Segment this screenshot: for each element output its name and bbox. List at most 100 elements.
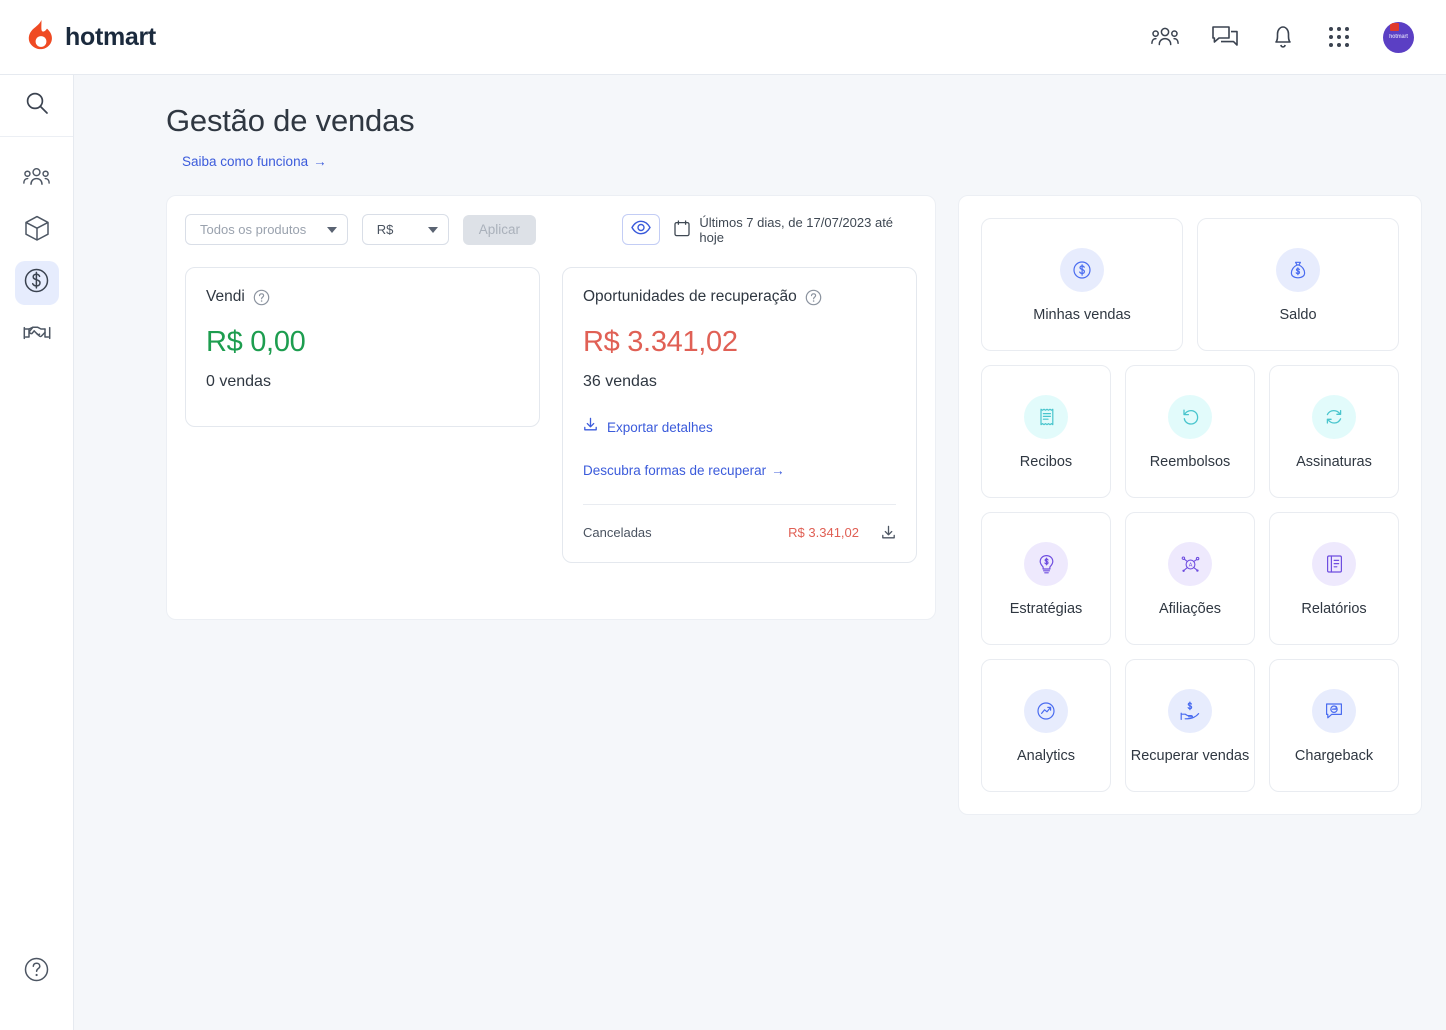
chevron-down-icon xyxy=(427,226,438,233)
recovery-metric-card: Oportunidades de recuperação R$ 3.341,02… xyxy=(562,267,917,563)
svg-text:A: A xyxy=(1188,562,1192,568)
sold-sales-count: 0 vendas xyxy=(206,373,271,390)
tile-label: Saldo xyxy=(1279,307,1317,324)
export-details-action[interactable]: Exportar detalhes xyxy=(583,417,896,437)
view-and-date: Últimos 7 dias, de 17/07/2023 até hoje xyxy=(622,214,917,245)
sold-value: R$ 0,00 xyxy=(206,326,306,358)
cancelled-label: Canceladas xyxy=(583,525,652,540)
sidebar-search-button[interactable] xyxy=(0,75,73,137)
tile-label: Reembolsos xyxy=(1149,454,1231,471)
export-details-label: Exportar detalhes xyxy=(607,419,713,435)
sold-metric-card: Vendi R$ 0,00 0 vendas xyxy=(185,267,540,427)
hand-money-icon xyxy=(1168,689,1212,734)
discover-recovery-link[interactable]: Descubra formas de recuperar → xyxy=(583,463,785,478)
calendar-icon xyxy=(674,219,691,240)
metric-cards: Vendi R$ 0,00 0 vendas Oportunidades de … xyxy=(185,267,917,563)
eye-icon xyxy=(631,220,651,240)
app-root: hotmart hotmart Gestão de vendas Saiba c… xyxy=(0,0,1446,1030)
avatar[interactable]: hotmart xyxy=(1383,21,1414,53)
affiliate-network-icon: A xyxy=(1168,542,1212,587)
how-it-works-link[interactable]: Saiba como funciona → xyxy=(182,154,327,169)
cancelled-value: R$ 3.341,02 xyxy=(788,525,859,540)
sold-card-header: Vendi xyxy=(206,288,519,306)
shortcuts-top-row: Minhas vendas Saldo xyxy=(981,218,1399,351)
avatar-badge xyxy=(1390,22,1399,31)
sidebar-help-button[interactable] xyxy=(0,956,73,988)
how-it-works-label: Saiba como funciona xyxy=(182,154,309,169)
tile-minhas-vendas[interactable]: Minhas vendas xyxy=(981,218,1183,351)
chevron-down-icon xyxy=(326,226,337,233)
tile-estrategias[interactable]: Estratégias xyxy=(981,512,1111,645)
recovery-card-header: Oportunidades de recuperação xyxy=(583,288,896,306)
tile-assinaturas[interactable]: Assinaturas xyxy=(1269,365,1399,498)
breadcrumb: Saiba como funciona → xyxy=(182,153,1422,171)
bell-icon[interactable] xyxy=(1271,24,1295,50)
tile-label: Minhas vendas xyxy=(1033,307,1131,324)
tile-reembolsos[interactable]: Reembolsos xyxy=(1125,365,1255,498)
tile-chargeback[interactable]: Chargeback xyxy=(1269,659,1399,792)
apply-button[interactable]: Aplicar xyxy=(462,214,536,245)
tile-relatorios[interactable]: Relatórios xyxy=(1269,512,1399,645)
tile-label: Recibos xyxy=(1019,454,1073,471)
chargeback-chat-icon xyxy=(1312,689,1356,734)
toggle-values-visibility-button[interactable] xyxy=(622,214,661,245)
card-divider xyxy=(583,504,896,505)
dollar-circle-icon xyxy=(1060,248,1104,293)
tile-label: Afiliações xyxy=(1158,601,1222,618)
download-icon xyxy=(583,417,598,437)
community-icon[interactable] xyxy=(1151,26,1179,48)
tile-label: Estratégias xyxy=(1009,601,1083,618)
tile-label: Recuperar vendas xyxy=(1130,748,1250,765)
tile-analytics[interactable]: Analytics xyxy=(981,659,1111,792)
currency-select-value: R$ xyxy=(376,222,394,237)
product-select[interactable]: Todos os produtos xyxy=(185,214,348,245)
arrow-right-icon: → xyxy=(313,154,327,169)
currency-select[interactable]: R$ xyxy=(361,214,449,245)
sold-card-title: Vendi xyxy=(206,288,245,305)
book-report-icon xyxy=(1312,542,1356,587)
sidebar-item-sales[interactable] xyxy=(14,261,59,305)
arrow-right-icon: → xyxy=(771,463,785,478)
top-bar-icons: hotmart xyxy=(1151,21,1424,53)
flame-icon xyxy=(26,19,56,56)
sales-overview-panel: Todos os produtos R$ Aplicar Últimos 7 d… xyxy=(166,195,936,620)
box-icon xyxy=(24,215,50,247)
download-icon[interactable] xyxy=(881,525,896,540)
main-content: Gestão de vendas Saiba como funciona → To… xyxy=(74,75,1446,1030)
date-range-picker[interactable]: Últimos 7 dias, de 17/07/2023 até hoje xyxy=(674,215,917,245)
tile-afiliacoes[interactable]: A Afiliações xyxy=(1125,512,1255,645)
recovery-sales-count: 36 vendas xyxy=(583,373,657,390)
dollar-circle-icon xyxy=(23,267,50,299)
shortcuts-grid: Recibos Reembolsos Assinaturas Estratégi… xyxy=(981,365,1399,792)
help-tooltip-icon[interactable] xyxy=(253,289,270,306)
tile-saldo[interactable]: Saldo xyxy=(1197,218,1399,351)
avatar-initials: hotmart xyxy=(1389,34,1408,40)
sidebar-items xyxy=(0,137,73,357)
tile-label: Analytics xyxy=(1016,748,1076,765)
discover-recovery-label: Descubra formas de recuperar xyxy=(583,463,767,478)
table-row: Canceladas R$ 3.341,02 xyxy=(583,525,896,540)
handshake-icon xyxy=(23,322,51,349)
product-select-value: Todos os produtos xyxy=(200,222,307,237)
top-bar: hotmart hotmart xyxy=(0,0,1446,75)
sidebar-item-affiliates[interactable] xyxy=(15,313,59,357)
page-title: Gestão de vendas xyxy=(166,103,415,138)
lightbulb-dollar-icon xyxy=(1024,542,1068,587)
repeat-arrows-icon xyxy=(1312,395,1356,440)
brand-name: hotmart xyxy=(65,22,156,51)
sidebar-item-community[interactable] xyxy=(15,157,59,201)
apps-grid-icon[interactable] xyxy=(1327,25,1351,49)
filters-bar: Todos os produtos R$ Aplicar Últimos 7 d… xyxy=(185,214,917,245)
people-icon xyxy=(23,166,50,193)
receipt-icon xyxy=(1024,395,1068,440)
discover-recovery-action[interactable]: Descubra formas de recuperar → xyxy=(583,462,896,480)
chat-icon[interactable] xyxy=(1211,25,1239,49)
tile-recibos[interactable]: Recibos xyxy=(981,365,1111,498)
tile-recuperar-vendas[interactable]: Recuperar vendas xyxy=(1125,659,1255,792)
recovery-card-title: Oportunidades de recuperação xyxy=(583,288,797,305)
hotmart-logo[interactable]: hotmart xyxy=(26,19,156,56)
tile-label: Assinaturas xyxy=(1296,454,1372,471)
content-columns: Todos os produtos R$ Aplicar Últimos 7 d… xyxy=(166,195,1422,815)
help-tooltip-icon[interactable] xyxy=(805,289,822,306)
sidebar-item-products[interactable] xyxy=(15,209,59,253)
